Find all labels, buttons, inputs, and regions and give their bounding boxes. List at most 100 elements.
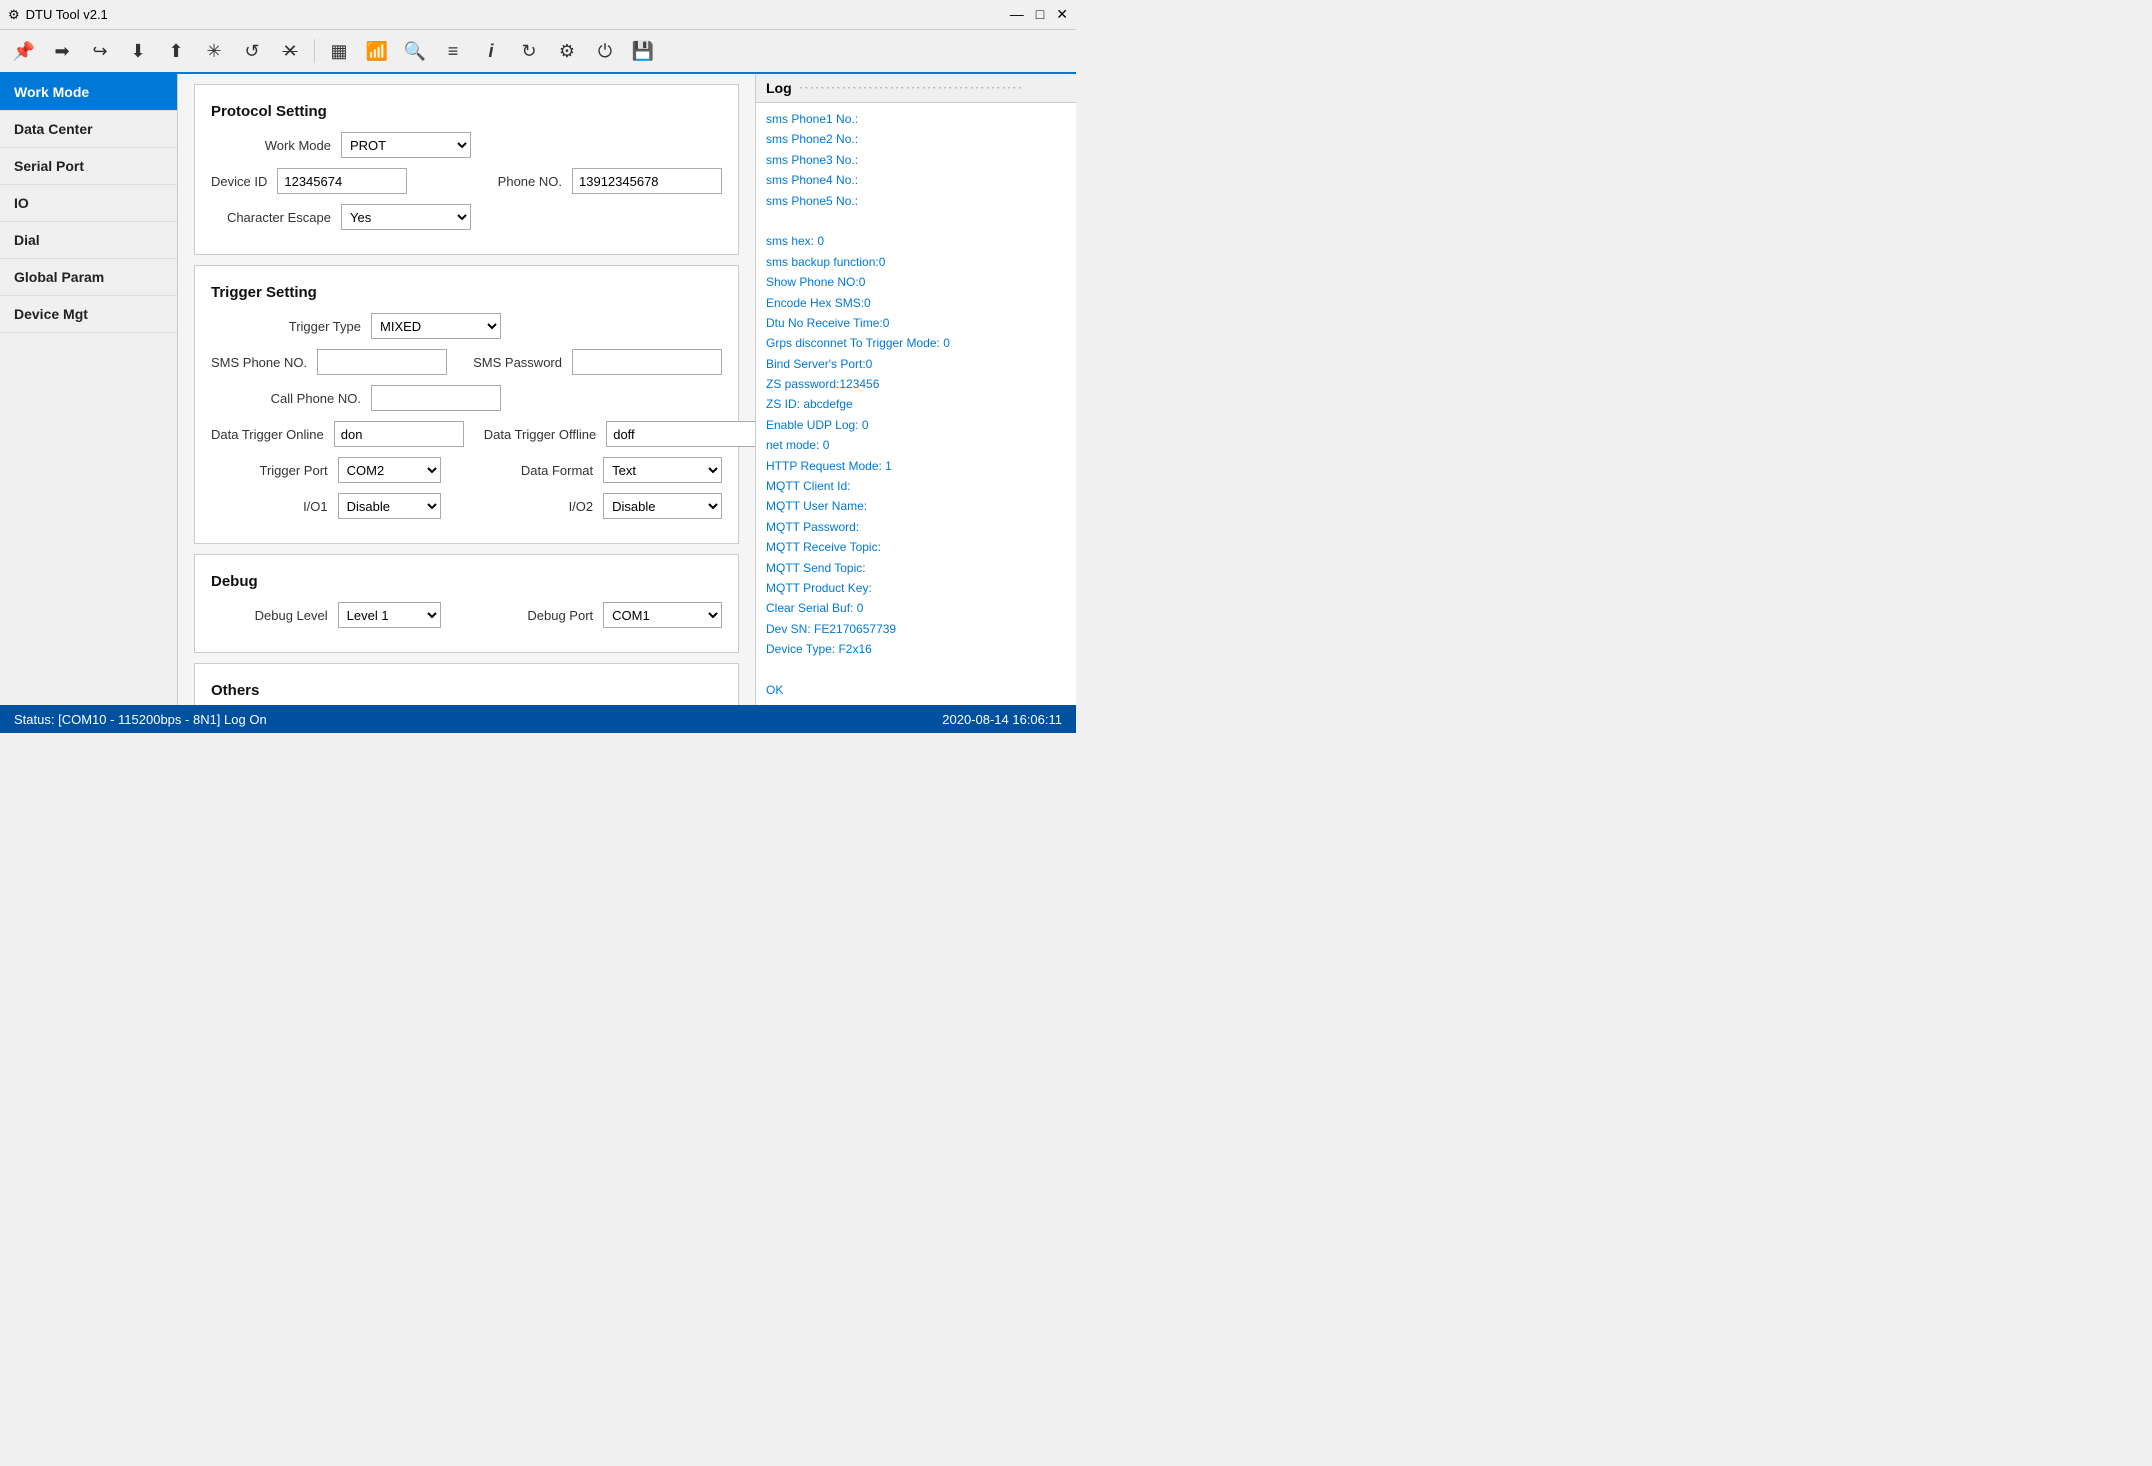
log-panel: Log ····································… xyxy=(756,74,1076,705)
log-entry: ZS password:123456 xyxy=(766,374,1066,394)
debug-level-label: Debug Level xyxy=(211,608,328,623)
content-area: Protocol Setting Work Mode PROT TRANS HT… xyxy=(178,74,756,705)
debug-level-select[interactable]: Level 1 Level 2 Level 3 xyxy=(338,602,441,628)
data-trigger-online-label: Data Trigger Online xyxy=(211,427,324,442)
toolbar-save-icon[interactable]: 💾 xyxy=(627,35,659,67)
call-phone-row: Call Phone NO. xyxy=(211,385,722,411)
sidebar-item-device-mgt[interactable]: Device Mgt xyxy=(0,296,177,333)
work-mode-row: Work Mode PROT TRANS HTTP MQTT xyxy=(211,132,722,158)
debug-port-select[interactable]: COM1 COM2 COM3 COM4 xyxy=(603,602,722,628)
sidebar-item-io[interactable]: IO xyxy=(0,185,177,222)
toolbar-power-icon[interactable]: ⏻ xyxy=(589,35,621,67)
toolbar-reload-icon[interactable]: ↻ xyxy=(513,35,545,67)
log-entry: net mode: 0 xyxy=(766,435,1066,455)
debug-row: Debug Level Level 1 Level 2 Level 3 Debu… xyxy=(211,602,722,628)
sidebar-item-dial[interactable]: Dial xyxy=(0,222,177,259)
char-escape-select[interactable]: Yes No xyxy=(341,204,471,230)
log-entry: MQTT Receive Topic: xyxy=(766,537,1066,557)
toolbar-cancel-icon[interactable]: ✕ xyxy=(274,35,306,67)
log-entry: MQTT Product Key: xyxy=(766,578,1066,598)
statusbar: Status: [COM10 - 115200bps - 8N1] Log On… xyxy=(0,705,1076,733)
sidebar-item-serial-port[interactable]: Serial Port xyxy=(0,148,177,185)
char-escape-row: Character Escape Yes No xyxy=(211,204,722,230)
work-mode-select[interactable]: PROT TRANS HTTP MQTT xyxy=(341,132,471,158)
data-format-label: Data Format xyxy=(484,463,593,478)
data-format-select[interactable]: Text Hex xyxy=(603,457,722,483)
char-escape-label: Character Escape xyxy=(211,210,331,225)
titlebar-controls: — □ ✕ xyxy=(1010,6,1068,23)
log-entry: HTTP Request Mode: 1 xyxy=(766,456,1066,476)
log-entry: Clear Serial Buf: 0 xyxy=(766,598,1066,618)
log-entry: sms Phone4 No.: xyxy=(766,170,1066,190)
toolbar-info-icon[interactable]: i xyxy=(475,35,507,67)
trigger-type-row: Trigger Type MIXED SMS CALL DATA xyxy=(211,313,722,339)
data-trigger-online-input[interactable] xyxy=(334,421,464,447)
toolbar-separator xyxy=(314,39,315,63)
log-entry: Encode Hex SMS:0 xyxy=(766,293,1066,313)
sidebar-item-data-center[interactable]: Data Center xyxy=(0,111,177,148)
toolbar-search-icon[interactable]: 🔍 xyxy=(399,35,431,67)
log-header: Log ····································… xyxy=(756,74,1076,103)
call-phone-label: Call Phone NO. xyxy=(211,391,361,406)
toolbar-connect-icon[interactable]: ➡ xyxy=(46,35,78,67)
device-id-row: Device ID Phone NO. xyxy=(211,168,722,194)
log-entry: MQTT Client Id: xyxy=(766,476,1066,496)
work-mode-label: Work Mode xyxy=(211,138,331,153)
log-entry: MQTT Send Topic: xyxy=(766,558,1066,578)
trigger-port-label: Trigger Port xyxy=(211,463,328,478)
protocol-setting-section: Protocol Setting Work Mode PROT TRANS HT… xyxy=(194,84,739,255)
log-title: Log xyxy=(766,80,792,96)
status-datetime: 2020-08-14 16:06:11 xyxy=(942,712,1062,727)
toolbar-download-icon[interactable]: ⬇ xyxy=(122,35,154,67)
log-entry: OK xyxy=(766,680,1066,700)
app-title: DTU Tool v2.1 xyxy=(26,7,108,22)
minimize-button[interactable]: — xyxy=(1010,6,1024,23)
trigger-type-select[interactable]: MIXED SMS CALL DATA xyxy=(371,313,501,339)
toolbar-list-icon[interactable]: ≡ xyxy=(437,35,469,67)
io2-select[interactable]: Disable Enable xyxy=(603,493,722,519)
others-section: Others Clear Serial Buffer Yes No xyxy=(194,663,739,705)
sidebar-item-work-mode[interactable]: Work Mode xyxy=(0,74,177,111)
data-trigger-row: Data Trigger Online Data Trigger Offline xyxy=(211,421,722,447)
log-entry: sms Phone3 No.: xyxy=(766,150,1066,170)
phone-no-input[interactable] xyxy=(572,168,722,194)
io1-label: I/O1 xyxy=(211,499,328,514)
toolbar-asterisk-icon[interactable]: ✳ xyxy=(198,35,230,67)
log-entry: ZS ID: abcdefge xyxy=(766,394,1066,414)
log-entry: sms Phone1 No.: xyxy=(766,109,1066,129)
toolbar-pin-icon[interactable]: 📌 xyxy=(8,35,40,67)
sms-phone-input[interactable] xyxy=(317,349,447,375)
trigger-setting-section: Trigger Setting Trigger Type MIXED SMS C… xyxy=(194,265,739,544)
io1-select[interactable]: Disable Enable xyxy=(338,493,441,519)
sidebar-item-global-param[interactable]: Global Param xyxy=(0,259,177,296)
toolbar-grid-icon[interactable]: ▦ xyxy=(323,35,355,67)
log-entry: Enable UDP Log: 0 xyxy=(766,415,1066,435)
device-id-label: Device ID xyxy=(211,174,267,189)
log-dots: ········································… xyxy=(800,83,1066,94)
trigger-port-select[interactable]: COM1 COM2 COM3 COM4 xyxy=(338,457,441,483)
sidebar: Work Mode Data Center Serial Port IO Dia… xyxy=(0,74,178,705)
toolbar-refresh-icon[interactable]: ↺ xyxy=(236,35,268,67)
debug-port-label: Debug Port xyxy=(484,608,593,623)
maximize-button[interactable]: □ xyxy=(1036,6,1044,23)
device-id-input[interactable] xyxy=(277,168,407,194)
io-row: I/O1 Disable Enable I/O2 Disable Enable xyxy=(211,493,722,519)
toolbar-settings-icon[interactable]: ⚙ xyxy=(551,35,583,67)
call-phone-input[interactable] xyxy=(371,385,501,411)
trigger-type-label: Trigger Type xyxy=(211,319,361,334)
main-layout: Work Mode Data Center Serial Port IO Dia… xyxy=(0,74,1076,705)
toolbar-upload-icon[interactable]: ⬆ xyxy=(160,35,192,67)
trigger-port-row: Trigger Port COM1 COM2 COM3 COM4 Data Fo… xyxy=(211,457,722,483)
toolbar-wifi-icon[interactable]: 📶 xyxy=(361,35,393,67)
data-trigger-offline-input[interactable] xyxy=(606,421,756,447)
log-entry: sms backup function:0 xyxy=(766,252,1066,272)
sms-password-input[interactable] xyxy=(572,349,722,375)
others-title: Others xyxy=(211,682,722,699)
close-button[interactable]: ✕ xyxy=(1056,6,1068,23)
status-text: Status: [COM10 - 115200bps - 8N1] Log On xyxy=(14,712,267,727)
protocol-setting-title: Protocol Setting xyxy=(211,103,722,120)
log-entry: MQTT User Name: xyxy=(766,496,1066,516)
toolbar: 📌 ➡ ↪ ⬇ ⬆ ✳ ↺ ✕ ▦ 📶 🔍 ≡ i ↻ ⚙ ⏻ 💾 xyxy=(0,30,1076,74)
toolbar-disconnect-icon[interactable]: ↪ xyxy=(84,35,116,67)
log-content[interactable]: sms Phone1 No.:sms Phone2 No.:sms Phone3… xyxy=(756,103,1076,705)
